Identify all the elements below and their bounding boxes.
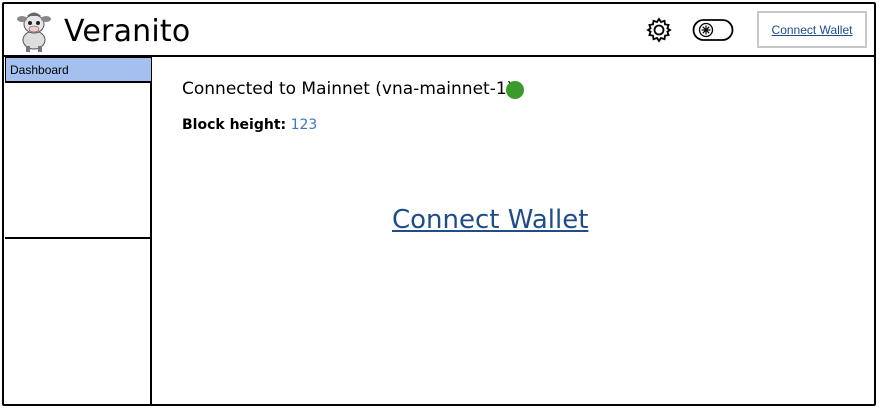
gear-icon[interactable] bbox=[645, 16, 673, 44]
status-indicator bbox=[506, 81, 524, 99]
block-height-value: 123 bbox=[290, 117, 318, 133]
sidebar-section bbox=[5, 83, 152, 239]
app-title: Veranito bbox=[64, 14, 191, 49]
connection-status-text: Connected to Mainnet (vna-mainnet-1) bbox=[182, 79, 514, 99]
connect-wallet-link[interactable]: Connect Wallet bbox=[392, 205, 588, 235]
theme-toggle-icon[interactable] bbox=[692, 18, 734, 42]
main-content: Connected to Mainnet (vna-mainnet-1) Blo… bbox=[152, 57, 876, 406]
header-bar: Veranito Connect Wallet bbox=[2, 2, 876, 57]
cow-mascot-icon bbox=[17, 12, 51, 52]
sidebar: Dashboard bbox=[2, 55, 152, 406]
block-height-row: Block height: 123 bbox=[182, 117, 317, 133]
block-height-label: Block height: bbox=[182, 117, 287, 133]
connect-wallet-button[interactable]: Connect Wallet bbox=[757, 11, 867, 48]
sidebar-item-dashboard[interactable]: Dashboard bbox=[5, 57, 152, 83]
